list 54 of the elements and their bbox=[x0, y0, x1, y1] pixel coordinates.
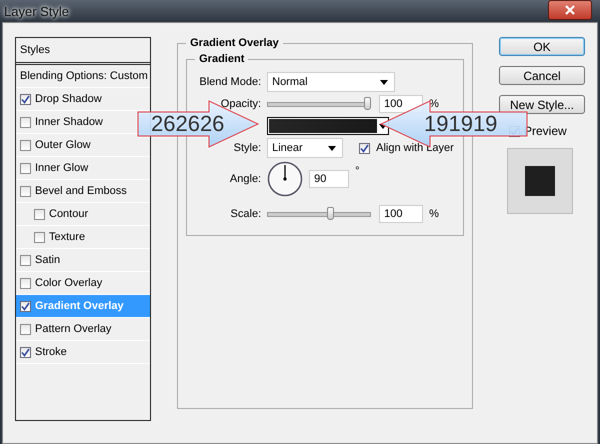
gradient-picker[interactable] bbox=[267, 117, 390, 135]
dropdown-caret-icon bbox=[328, 146, 336, 150]
checkbox[interactable] bbox=[20, 116, 31, 128]
group-title: Gradient Overlay bbox=[189, 37, 280, 49]
style-list-item[interactable]: Blending Options: Custom bbox=[16, 65, 150, 88]
checkbox[interactable] bbox=[20, 324, 31, 334]
group-title: Gradient bbox=[198, 53, 246, 65]
dialog-button[interactable]: Cancel bbox=[499, 66, 585, 85]
checkbox[interactable] bbox=[20, 162, 31, 174]
checkbox[interactable] bbox=[20, 186, 31, 196]
checkbox[interactable] bbox=[359, 142, 370, 154]
checkbox[interactable] bbox=[20, 94, 31, 104]
checkbox[interactable] bbox=[20, 300, 31, 312]
callout-label: 191919 bbox=[424, 111, 498, 137]
style-list-item[interactable]: Bevel and Emboss bbox=[16, 180, 150, 203]
blend-mode-dropdown[interactable]: Normal bbox=[267, 72, 396, 92]
slider-thumb[interactable] bbox=[327, 207, 334, 220]
checkbox[interactable] bbox=[20, 346, 31, 358]
checkbox[interactable] bbox=[20, 278, 31, 288]
style-list-item[interactable]: Stroke bbox=[16, 341, 150, 364]
checkbox[interactable] bbox=[34, 208, 45, 220]
dialog-button[interactable]: New Style... bbox=[499, 95, 585, 114]
field-label: Blend Mode: bbox=[198, 76, 262, 88]
list-header: Styles bbox=[20, 44, 50, 56]
field-label: Style: bbox=[232, 142, 262, 154]
window-title: Layer Style bbox=[4, 4, 70, 18]
callout-label: 262626 bbox=[151, 111, 224, 137]
checkbox[interactable] bbox=[20, 140, 31, 150]
field-label: Scale: bbox=[230, 208, 262, 220]
dialog-button[interactable]: OK bbox=[499, 37, 585, 56]
unit-label: % bbox=[429, 208, 439, 220]
style-list-item[interactable]: Contour bbox=[16, 203, 150, 226]
close-icon bbox=[565, 5, 575, 15]
style-list-item[interactable]: Pattern Overlay bbox=[16, 318, 150, 341]
field-label: Opacity: bbox=[220, 98, 262, 110]
scale-field[interactable]: 100 bbox=[379, 205, 424, 223]
angle-dial[interactable] bbox=[267, 161, 304, 197]
style-list-item[interactable]: Inner Glow bbox=[16, 157, 150, 180]
style-list-item[interactable]: Satin bbox=[16, 249, 150, 272]
checkbox[interactable] bbox=[20, 254, 31, 266]
field-label: Angle: bbox=[228, 173, 262, 185]
checkbox-label: Align with Layer bbox=[376, 142, 454, 154]
opacity-slider[interactable] bbox=[267, 97, 372, 111]
style-list-item[interactable]: Drop Shadow bbox=[16, 88, 150, 111]
style-list-item[interactable]: Texture bbox=[16, 226, 150, 249]
dropdown-caret-icon bbox=[380, 80, 388, 84]
slider-thumb[interactable] bbox=[364, 97, 372, 110]
close-button[interactable] bbox=[548, 0, 592, 20]
scale-slider[interactable] bbox=[267, 207, 372, 221]
angle-field[interactable]: 90 bbox=[309, 170, 350, 188]
checkbox[interactable] bbox=[34, 232, 45, 242]
style-preview bbox=[507, 148, 573, 214]
unit-label: ° bbox=[355, 165, 360, 177]
style-dropdown[interactable]: Linear bbox=[267, 138, 344, 158]
